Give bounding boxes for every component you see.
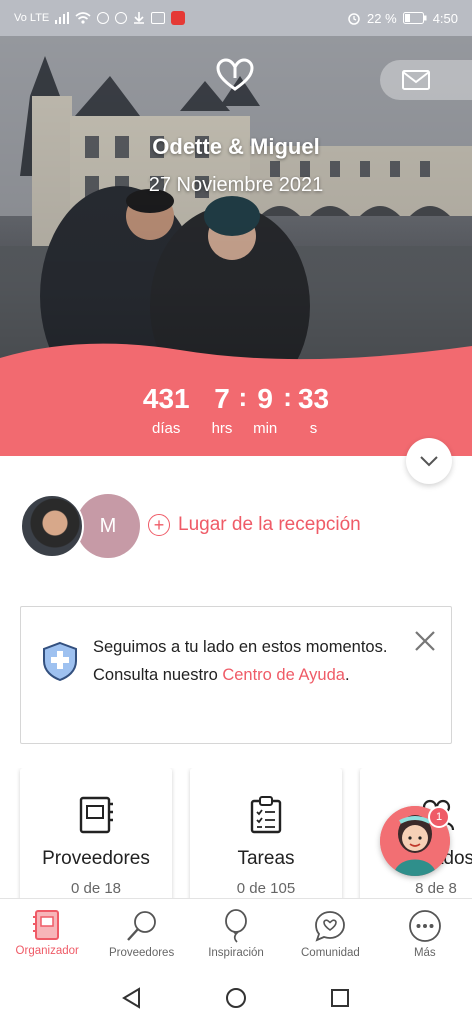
nav-mas[interactable]: Más <box>378 899 472 972</box>
countdown: 431 días 7 hrs : 9 min : 33 s <box>0 340 472 460</box>
avatar-initial: M <box>99 514 117 537</box>
app-notification-icon <box>171 11 186 25</box>
clock: 4:50 <box>432 10 458 26</box>
nav-inspiracion[interactable]: Inspiración <box>189 899 283 972</box>
heart-logo-icon <box>216 58 254 91</box>
expand-button[interactable] <box>406 438 452 484</box>
status-right: 22 % 4:50 <box>347 11 458 26</box>
avatar-partner-m[interactable]: M <box>76 494 140 558</box>
search-icon <box>126 911 156 941</box>
days-value: 431 <box>142 383 190 414</box>
close-icon[interactable] <box>413 629 437 653</box>
facebook-icon <box>97 12 110 24</box>
shield-plus-icon <box>43 641 77 681</box>
nav-label: Más <box>413 947 436 959</box>
messages-button[interactable] <box>380 60 472 100</box>
nav-proveedores[interactable]: Proveedores <box>94 899 188 972</box>
planner-icon <box>33 910 60 940</box>
messenger-icon <box>115 12 128 24</box>
partner-avatars: M <box>20 494 150 560</box>
card-count: 0 de 18 <box>70 880 122 897</box>
nav-comunidad[interactable]: Comunidad <box>283 899 377 972</box>
chevron-down-icon <box>420 456 438 467</box>
seconds-value: 33 <box>297 383 330 414</box>
add-venue-label: Lugar de la recepción <box>178 514 361 535</box>
more-icon <box>408 910 441 942</box>
wedding-date: 27 Noviembre 2021 <box>148 174 324 196</box>
card-proveedores[interactable]: Proveedores 0 de 18 <box>20 768 172 898</box>
separator: : <box>283 382 292 412</box>
notebook-icon <box>79 796 113 834</box>
card-tareas[interactable]: Tareas 0 de 105 <box>190 768 342 898</box>
status-bar: Vo LTE 22 % 4:50 <box>0 0 472 36</box>
nav-label: Organizador <box>15 945 79 957</box>
hours-label: hrs <box>211 420 233 437</box>
wifi-icon <box>75 12 91 24</box>
seconds-label: s <box>309 420 318 437</box>
signal-icon <box>55 12 70 24</box>
card-count: 0 de 105 <box>236 880 296 897</box>
bottom-nav: Organizador Proveedores Inspiración Comu… <box>0 898 472 972</box>
card-title: Tareas <box>237 848 295 869</box>
countdown-seconds: 33 s <box>298 382 329 437</box>
nav-label: Comunidad <box>301 947 360 959</box>
hours-value: 7 <box>214 383 230 414</box>
nav-label: Proveedores <box>109 947 175 959</box>
card-count: 8 de 8 <box>415 880 457 897</box>
notice-end: . <box>344 666 350 684</box>
days-label: días <box>152 420 181 437</box>
notification-badge: 1 <box>428 806 450 828</box>
gallery-icon <box>151 12 166 24</box>
minutes-label: min <box>253 420 278 437</box>
nav-label: Inspiración <box>208 947 264 959</box>
chat-heart-icon <box>315 911 346 942</box>
minutes-value: 9 <box>257 383 273 414</box>
separator: : <box>238 382 248 412</box>
add-venue-button[interactable]: + Lugar de la recepción <box>148 514 361 536</box>
help-center-link[interactable]: Centro de Ayuda <box>222 666 345 684</box>
countdown-days: 431 días <box>143 382 190 437</box>
clipboard-icon <box>250 796 282 834</box>
notice-text: Seguimos a tu lado en estos momentos. Co… <box>93 633 403 689</box>
back-icon[interactable] <box>121 987 143 1009</box>
countdown-hours: 7 hrs <box>212 382 233 437</box>
help-notice: Seguimos a tu lado en estos momentos. Co… <box>20 606 452 744</box>
plus-circle-icon: + <box>148 514 170 536</box>
alarm-icon <box>348 13 360 25</box>
envelope-icon <box>402 70 430 90</box>
card-title: Proveedores <box>42 848 150 869</box>
countdown-minutes: 9 min <box>253 382 277 437</box>
battery-icon <box>402 12 427 24</box>
download-icon <box>134 12 145 24</box>
home-icon[interactable] <box>225 987 247 1009</box>
avatar-partner-photo[interactable] <box>20 494 84 558</box>
status-left: Vo LTE <box>14 11 186 25</box>
network-label: Vo LTE <box>14 12 50 24</box>
nav-organizador[interactable]: Organizador <box>0 899 94 972</box>
battery-percent: 22 % <box>367 10 397 26</box>
couple-name: Odette & Miguel <box>152 134 320 159</box>
system-nav-bar <box>0 972 472 1024</box>
countdown-values: 431 días 7 hrs : 9 min : 33 s <box>0 382 472 437</box>
balloon-icon <box>225 909 247 943</box>
recents-icon[interactable] <box>329 987 351 1009</box>
